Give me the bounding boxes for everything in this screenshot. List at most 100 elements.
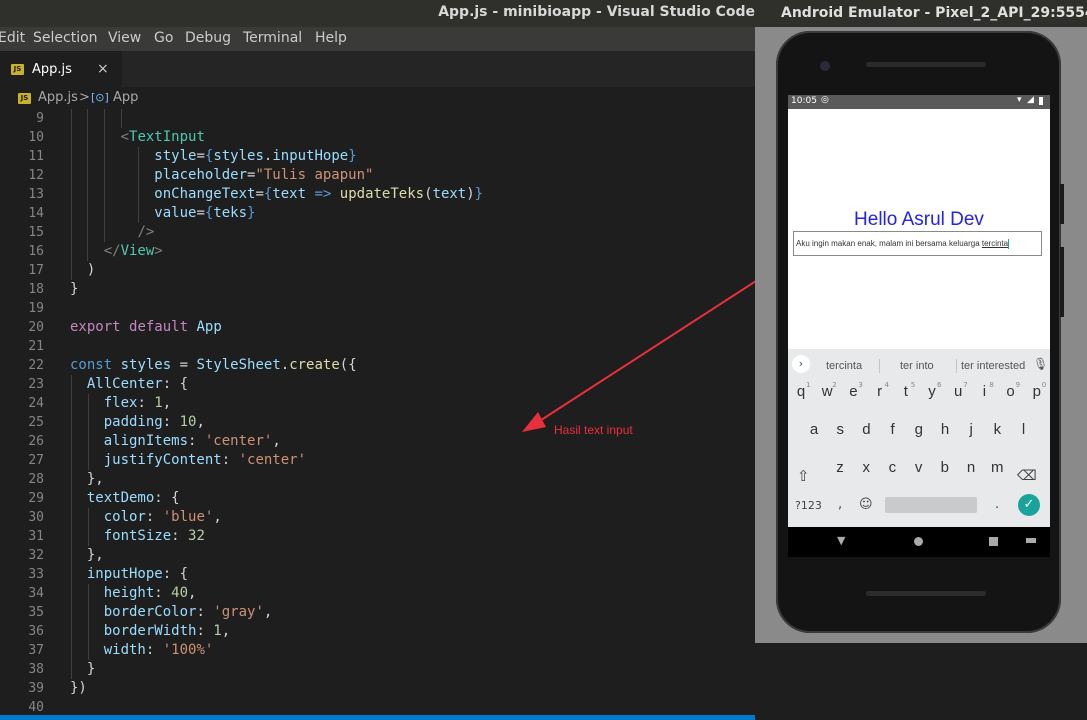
code-token: ({ <box>339 357 357 373</box>
menu-selection[interactable]: Selection <box>33 30 98 46</box>
line-number: 40 <box>28 700 44 715</box>
key-hint: 8 <box>989 381 994 389</box>
code-token: : <box>154 585 172 601</box>
key-a[interactable]: a <box>804 421 824 438</box>
key-m[interactable]: m <box>987 459 1007 476</box>
code-token: create <box>289 357 340 373</box>
key-k[interactable]: k <box>987 421 1007 438</box>
keyboard-switch-icon[interactable] <box>1026 538 1036 543</box>
code-line: 30 color: 'blue', <box>0 508 755 527</box>
shift-icon[interactable]: ⇧ <box>797 467 810 485</box>
key-g[interactable]: g <box>909 421 929 438</box>
phone-frame: 10:05 ◎ ▾ ◢ Hello Asrul Dev Aku ingin ma… <box>776 31 1061 633</box>
menu-terminal[interactable]: Terminal <box>243 30 302 46</box>
code-line: 37 width: '100%' <box>0 641 755 660</box>
code-token: : <box>145 509 163 525</box>
code-token: : { <box>162 376 189 392</box>
line-number: 19 <box>28 301 44 316</box>
code-text: inputHope: { <box>87 565 188 584</box>
code-line: 15 /> <box>0 223 755 242</box>
line-number: 33 <box>28 567 44 582</box>
code-editor[interactable]: 9 10 <TextInput 11 style={styles.inputHope} 1… <box>0 109 755 716</box>
input-composing-word: tercinta <box>981 239 1009 248</box>
code-token: default <box>129 319 189 335</box>
line-number: 14 <box>28 206 44 221</box>
code-text: const styles = StyleSheet.create({ <box>70 356 357 375</box>
key-z[interactable]: z <box>830 459 850 476</box>
code-token: borderWidth <box>103 623 197 639</box>
code-token: : <box>137 395 155 411</box>
menu-debug[interactable]: Debug <box>185 30 231 46</box>
breadcrumb-file[interactable]: App.js <box>38 90 78 105</box>
js-file-icon: JS <box>18 93 31 104</box>
line-number: 21 <box>28 339 44 354</box>
suggestion-3[interactable]: ter interested <box>961 360 1025 372</box>
code-line: 26 alignItems: 'center', <box>0 432 755 451</box>
code-token: /> <box>137 224 155 240</box>
code-token: : <box>196 604 214 620</box>
code-line: 38} <box>0 660 755 679</box>
code-text: borderColor: 'gray', <box>104 603 273 622</box>
code-text: flex: 1, <box>104 394 171 413</box>
code-token: : <box>188 433 205 449</box>
code-token: : <box>145 642 163 658</box>
home-icon[interactable] <box>914 537 923 546</box>
line-number: 10 <box>28 130 44 145</box>
key-l[interactable]: l <box>1014 421 1034 438</box>
code-line: 20 export default App <box>0 318 755 337</box>
key-h[interactable]: h <box>935 421 955 438</box>
key-f[interactable]: f <box>883 421 903 438</box>
close-icon[interactable]: × <box>97 61 109 77</box>
key-x[interactable]: x <box>856 459 876 476</box>
key-s[interactable]: s <box>830 421 850 438</box>
key-v[interactable]: v <box>909 459 929 476</box>
line-number: 26 <box>28 434 44 449</box>
suggestion-2[interactable]: ter into <box>900 360 934 372</box>
code-token: height <box>103 585 155 601</box>
line-number: 12 <box>28 168 44 183</box>
enter-check-icon[interactable]: ✓ <box>1018 494 1040 516</box>
backspace-icon[interactable]: ⌫ <box>1017 468 1037 484</box>
key-d[interactable]: d <box>856 421 876 438</box>
code-line: 39}) <box>0 679 755 698</box>
menu-help[interactable]: Help <box>315 30 347 46</box>
tab-label: App.js <box>32 62 72 77</box>
code-token: : { <box>154 490 180 506</box>
comma-key[interactable]: , <box>838 497 842 512</box>
chevron-right-icon[interactable]: › <box>792 355 810 373</box>
code-text: style={styles.inputHope} <box>154 147 356 166</box>
code-token: 'gray' <box>213 604 264 620</box>
key-n[interactable]: n <box>961 459 981 476</box>
code-token: : <box>221 452 239 468</box>
menu-go[interactable]: Go <box>154 30 173 46</box>
key-b[interactable]: b <box>935 459 955 476</box>
emoji-icon[interactable]: ☺ <box>859 497 873 512</box>
back-icon[interactable]: ▼ <box>837 534 845 547</box>
code-token: View <box>120 243 155 259</box>
key-hint: 0 <box>1041 381 1047 389</box>
menu-edit[interactable]: Edit <box>0 30 25 46</box>
code-line: 29 textDemo: { <box>0 489 755 508</box>
microphone-icon[interactable]: 🎙 <box>1033 357 1048 371</box>
tab-app-js[interactable]: JS App.js × <box>0 51 122 88</box>
divider <box>879 359 880 373</box>
key-j[interactable]: j <box>961 421 981 438</box>
code-text: placeholder="Tulis apapun" <box>154 166 373 185</box>
key-c[interactable]: c <box>882 459 902 476</box>
line-number: 29 <box>28 491 44 506</box>
recents-icon[interactable] <box>989 537 998 546</box>
line-number: 23 <box>28 377 44 392</box>
suggestion-1[interactable]: tercinta <box>826 360 862 372</box>
menu-view[interactable]: View <box>108 30 141 46</box>
space-bar[interactable] <box>885 497 977 513</box>
text-input[interactable]: Aku ingin makan enak, malam ini bersama … <box>793 231 1042 256</box>
symbols-key[interactable]: ?123 <box>795 499 822 512</box>
breadcrumb-symbol[interactable]: App <box>113 90 138 105</box>
line-number: 11 <box>28 149 44 164</box>
breadcrumb: JS App.js > [⊙] App <box>0 87 755 109</box>
period-key[interactable]: . <box>995 497 999 512</box>
menu-bar: Edit Selection View Go Debug Terminal He… <box>0 27 755 51</box>
phone-screen[interactable]: 10:05 ◎ ▾ ◢ Hello Asrul Dev Aku ingin ma… <box>788 95 1050 557</box>
code-token: = <box>255 186 264 202</box>
code-token: 'center' <box>238 452 307 468</box>
